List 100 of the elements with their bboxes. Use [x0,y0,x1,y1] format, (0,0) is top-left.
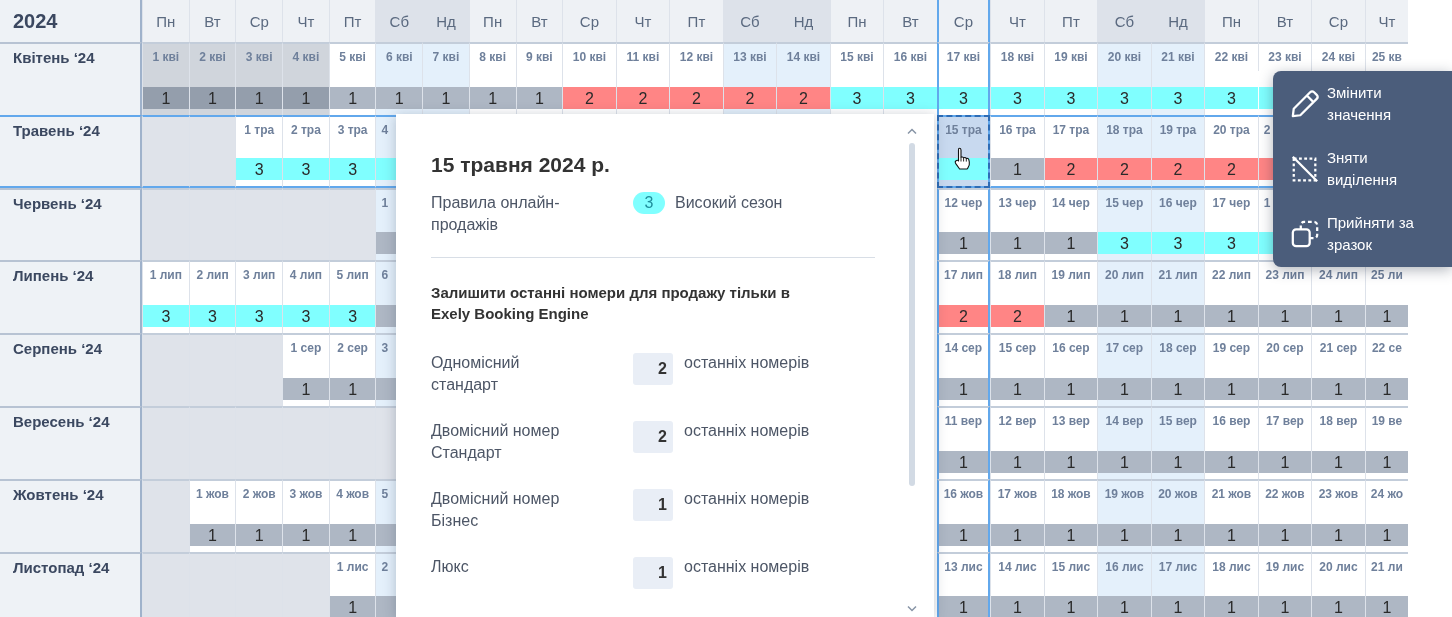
day-cell[interactable]: 17 сер 1 [1097,333,1151,406]
day-cell[interactable]: 17 жов 1 [990,478,1044,552]
day-cell[interactable]: 1 жов 1 [188,478,236,552]
day-cell[interactable]: 13 кві 2 [722,42,777,115]
day-cell[interactable]: 9 кві 1 [515,42,563,115]
day-cell[interactable]: 14 чер 1 [1043,187,1098,261]
day-cell[interactable]: 22 кві 3 [1204,42,1258,115]
day-cell[interactable]: 15 чер 3 [1097,187,1151,261]
day-cell[interactable]: 5 кві 1 [328,42,376,115]
day-cell[interactable]: 11 вер 1 [936,406,991,479]
day-cell[interactable]: 14 сер 1 [936,333,991,406]
day-cell[interactable]: 14 кві 2 [776,42,830,115]
day-cell[interactable]: 2 кві 1 [188,42,236,115]
menu-item[interactable]: Зняти виділення [1273,136,1452,201]
day-cell[interactable]: 16 тра 1 [990,114,1044,188]
last-rooms-input[interactable]: 2 [633,353,673,385]
day-cell[interactable]: 20 жов 1 [1150,478,1205,552]
day-cell[interactable]: 1 тра 3 [235,114,283,188]
day-cell[interactable]: 1 [375,187,396,261]
day-cell[interactable]: 2 [375,551,396,617]
day-cell[interactable]: 4 лип 3 [282,260,329,334]
day-cell[interactable]: 19 ве 1 [1364,406,1409,479]
day-cell[interactable]: 10 кві 2 [562,42,616,115]
day-cell[interactable]: 3 тра 3 [328,114,376,188]
day-cell[interactable]: 15 вер 1 [1150,406,1205,479]
day-cell[interactable]: 15 кві 3 [829,42,884,115]
day-cell[interactable]: 3 [375,333,396,406]
day-cell[interactable]: 19 лип 1 [1043,260,1098,334]
day-cell[interactable]: 17 лис 1 [1150,551,1205,617]
day-cell[interactable]: 2 жов 1 [235,478,283,552]
day-cell[interactable]: 12 вер 1 [990,406,1044,479]
day-cell[interactable]: 15 лис 1 [1043,551,1098,617]
day-cell[interactable]: 4 жов 1 [328,478,376,552]
day-cell[interactable]: 24 кві [1311,42,1365,71]
day-cell[interactable]: 16 чер 3 [1150,187,1205,261]
day-cell[interactable]: 19 лис 1 [1257,551,1312,617]
day-cell[interactable]: 17 чер 3 [1204,187,1258,261]
day-cell[interactable]: 16 кві 3 [883,42,937,115]
day-cell[interactable]: 12 чер 1 [936,187,991,261]
day-cell[interactable]: 19 сер 1 [1204,333,1258,406]
scrollbar-thumb[interactable] [909,143,915,486]
day-cell[interactable]: 8 кві 1 [468,42,516,115]
day-cell[interactable]: 13 вер 1 [1043,406,1098,479]
last-rooms-input[interactable]: 1 [633,557,673,589]
last-rooms-input[interactable]: 2 [633,421,673,453]
day-cell[interactable]: 17 лип 2 [936,260,991,334]
day-cell[interactable]: 16 жов 1 [936,478,991,552]
day-cell[interactable]: 17 кві 3 [936,42,991,115]
day-cell[interactable]: 18 сер 1 [1150,333,1205,406]
day-cell[interactable]: 14 вер 1 [1097,406,1151,479]
day-cell[interactable]: 13 чер 1 [990,187,1044,261]
day-cell[interactable]: 7 кві 1 [422,42,469,115]
day-cell[interactable]: 20 лис 1 [1311,551,1365,617]
day-cell[interactable]: 18 жов 1 [1043,478,1098,552]
day-cell[interactable]: 20 сер 1 [1257,333,1312,406]
day-cell[interactable]: 18 лис 1 [1204,551,1258,617]
day-cell[interactable]: 3 лип 3 [235,260,283,334]
day-cell[interactable]: 14 лис 1 [990,551,1044,617]
day-cell[interactable]: 24 жо 1 [1364,478,1409,552]
day-cell[interactable]: 22 жов 1 [1257,478,1312,552]
day-cell[interactable]: 6 [375,260,396,334]
day-cell[interactable]: 3 жов 1 [282,478,329,552]
day-cell[interactable]: 22 се 1 [1364,333,1409,406]
day-cell[interactable]: 1 кві 1 [142,42,189,115]
day-cell[interactable]: 18 кві 3 [990,42,1044,115]
day-cell[interactable]: 2 сер 1 [328,333,376,406]
day-cell[interactable]: 5 лип 3 [328,260,376,334]
day-cell[interactable]: 19 жов 1 [1097,478,1151,552]
day-cell[interactable]: 11 кві 2 [615,42,670,115]
day-cell[interactable]: 12 кві 2 [669,42,723,115]
day-cell[interactable]: 18 лип 2 [990,260,1044,334]
day-cell[interactable]: 21 жов 1 [1204,478,1258,552]
day-cell[interactable]: 15 сер 1 [990,333,1044,406]
day-cell[interactable]: 1 лис 1 [328,551,376,617]
day-cell[interactable]: 23 кві [1257,42,1312,71]
menu-item[interactable]: Змінити значення [1273,71,1452,136]
day-cell[interactable]: 5 [375,478,396,552]
day-cell[interactable]: 17 тра 2 [1043,114,1098,188]
scroll-up-icon[interactable] [907,128,917,135]
scroll-down-icon[interactable] [907,605,917,612]
day-cell[interactable]: 2 тра 3 [282,114,329,188]
day-cell[interactable]: 21 лип 1 [1150,260,1205,334]
day-cell[interactable]: 3 кві 1 [235,42,283,115]
day-cell[interactable]: 20 тра 2 [1204,114,1258,188]
day-cell[interactable]: 25 кв [1364,42,1409,71]
day-cell[interactable]: 17 вер 1 [1257,406,1312,479]
day-cell[interactable]: 21 кві 3 [1150,42,1205,115]
day-cell[interactable]: 1 сер 1 [282,333,329,406]
day-cell[interactable]: 19 тра 2 [1150,114,1205,188]
day-cell[interactable]: 16 вер 1 [1204,406,1258,479]
day-cell[interactable]: 4 кві 1 [282,42,329,115]
day-cell[interactable]: 20 лип 1 [1097,260,1151,334]
day-cell[interactable]: 16 сер 1 [1043,333,1098,406]
day-cell[interactable]: 2 лип 3 [188,260,236,334]
day-cell[interactable]: 18 тра 2 [1097,114,1151,188]
day-cell[interactable]: 16 лис 1 [1097,551,1151,617]
day-cell[interactable]: 21 сер 1 [1311,333,1365,406]
day-cell[interactable]: 1 лип 3 [142,260,189,334]
last-rooms-input[interactable]: 1 [633,489,673,521]
day-cell[interactable]: 23 жов 1 [1311,478,1365,552]
